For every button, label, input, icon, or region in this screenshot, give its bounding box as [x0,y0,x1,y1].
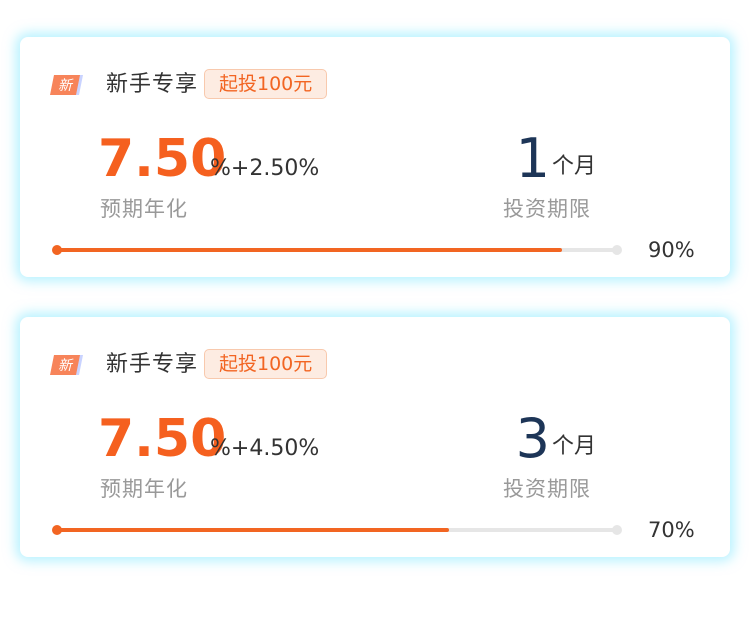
progress-end-dot [612,245,622,255]
new-badge-text: 新 [58,78,74,94]
progress-start-dot [52,525,62,535]
new-badge-text: 新 [58,358,74,374]
rate-label: 预期年化 [100,477,188,501]
progress-bar [52,245,622,255]
term-value: 3 [515,407,550,470]
progress-percent: 70% [648,518,695,542]
min-invest-tag: 起投100元 [204,349,328,379]
rate-bonus: %+2.50% [210,156,320,181]
term-unit: 个月 [552,434,597,459]
rate-label: 预期年化 [100,197,188,221]
progress-bar [52,525,622,535]
product-name: 新手专享 [106,72,199,97]
new-badge-icon: 新 [50,73,86,97]
product-card[interactable]: 新 新手专享 起投100元 7.50 %+2.50% 预期年化 1 个月 投资期… [20,37,730,277]
progress-start-dot [52,245,62,255]
term-unit: 个月 [552,154,597,179]
term-value: 1 [515,127,550,190]
annual-rate: 7.50 [98,409,227,469]
new-badge-icon: 新 [50,353,86,377]
progress-fill [56,528,450,532]
min-invest-tag: 起投100元 [204,69,328,99]
term-label: 投资期限 [503,477,591,501]
rate-bonus: %+4.50% [210,436,320,461]
product-card[interactable]: 新 新手专享 起投100元 7.50 %+4.50% 预期年化 3 个月 投资期… [20,317,730,557]
product-name: 新手专享 [106,352,199,377]
progress-end-dot [612,525,622,535]
progress-percent: 90% [648,238,695,262]
term-label: 投资期限 [503,197,591,221]
progress-fill [56,248,562,252]
annual-rate: 7.50 [98,129,227,189]
